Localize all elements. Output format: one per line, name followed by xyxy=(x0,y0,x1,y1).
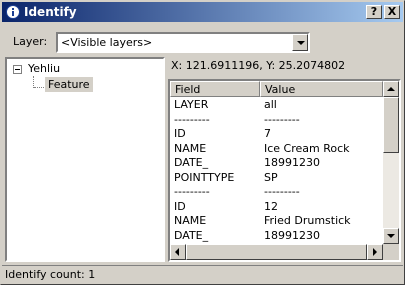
scroll-down-icon[interactable] xyxy=(383,228,399,244)
vertical-scrollbar[interactable] xyxy=(383,81,399,244)
help-button[interactable]: ? xyxy=(366,5,382,19)
tree-item-root[interactable]: Yehliu xyxy=(28,62,60,75)
cell-value: Fried Drumstick xyxy=(264,214,351,227)
cell-field: DATE_ xyxy=(174,156,209,169)
grid-header: Field Value xyxy=(170,81,383,97)
cell-field: DATE_ xyxy=(174,228,209,242)
coordinate-readout: X: 121.6911196, Y: 25.2074802 xyxy=(171,59,346,72)
table-row[interactable]: DATE_ 18991230 xyxy=(170,156,383,171)
vertical-scroll-thumb[interactable] xyxy=(383,97,399,153)
cell-field: --------- xyxy=(174,185,210,198)
cell-field: POINTTYPE xyxy=(174,170,235,184)
cell-value: 18991230 xyxy=(264,228,320,242)
window-title: Identify xyxy=(24,5,77,19)
table-row[interactable]: DATE_ 18991230 xyxy=(170,229,383,244)
cell-field: NAME xyxy=(174,141,207,155)
table-row[interactable]: ID 7 xyxy=(170,127,383,142)
horizontal-scroll-thumb[interactable] xyxy=(186,244,367,260)
table-row[interactable]: POINTTYPE SP xyxy=(170,171,383,186)
cell-value: SP xyxy=(264,170,278,184)
tree-item-feature[interactable]: Feature xyxy=(45,77,93,92)
attribute-grid: Field Value LAYER all --------- --------- … xyxy=(168,79,401,262)
cell-field: NAME xyxy=(174,214,207,227)
scroll-up-icon[interactable] xyxy=(383,81,399,97)
scrollbar-corner xyxy=(383,244,399,260)
chevron-down-icon[interactable] xyxy=(292,34,308,51)
table-row[interactable]: NAME Ice Cream Rock xyxy=(170,142,383,157)
table-row[interactable]: ID 12 xyxy=(170,200,383,215)
cell-value: Ice Cream Rock xyxy=(264,141,350,155)
grid-rows: LAYER all --------- --------- ID 7 NAME Ice … xyxy=(170,98,383,243)
identify-window: Identify ? X Layer: <Visible layers> Yeh… xyxy=(0,0,405,285)
horizontal-scrollbar[interactable] xyxy=(170,244,383,260)
close-icon: X xyxy=(387,5,397,18)
collapse-icon[interactable] xyxy=(13,65,22,74)
identify-count: Identify count: 1 xyxy=(5,268,96,281)
cell-field: LAYER xyxy=(174,98,209,111)
title-bar[interactable]: Identify ? X xyxy=(2,2,403,22)
cell-value: all xyxy=(264,98,277,111)
table-row[interactable]: LAYER all xyxy=(170,98,383,113)
cell-field: ID xyxy=(174,127,186,140)
column-header-field[interactable]: Field xyxy=(170,81,260,97)
cell-value: --------- xyxy=(264,185,300,198)
scroll-left-icon[interactable] xyxy=(170,244,186,260)
column-header-value[interactable]: Value xyxy=(260,81,383,97)
table-row[interactable]: NAME Fried Drumstick xyxy=(170,214,383,229)
table-row[interactable]: --------- --------- xyxy=(170,185,383,200)
tree-connector xyxy=(34,87,44,88)
cell-field: --------- xyxy=(174,112,210,126)
cell-value: 7 xyxy=(264,127,271,140)
table-row[interactable]: --------- --------- xyxy=(170,113,383,128)
cell-value: --------- xyxy=(264,112,300,126)
scroll-right-icon[interactable] xyxy=(367,244,383,260)
close-button[interactable]: X xyxy=(384,5,400,19)
help-icon: ? xyxy=(370,5,378,18)
cell-value: 18991230 xyxy=(264,156,320,169)
layer-select-value: <Visible layers> xyxy=(61,36,153,49)
status-bar: Identify count: 1 xyxy=(2,265,403,283)
layer-select[interactable]: <Visible layers> xyxy=(56,32,310,53)
cell-value: 12 xyxy=(264,199,278,213)
layer-label: Layer: xyxy=(13,35,48,48)
identify-info-icon xyxy=(6,5,20,19)
cell-field: ID xyxy=(174,199,186,213)
feature-tree: Yehliu Feature xyxy=(5,57,165,262)
